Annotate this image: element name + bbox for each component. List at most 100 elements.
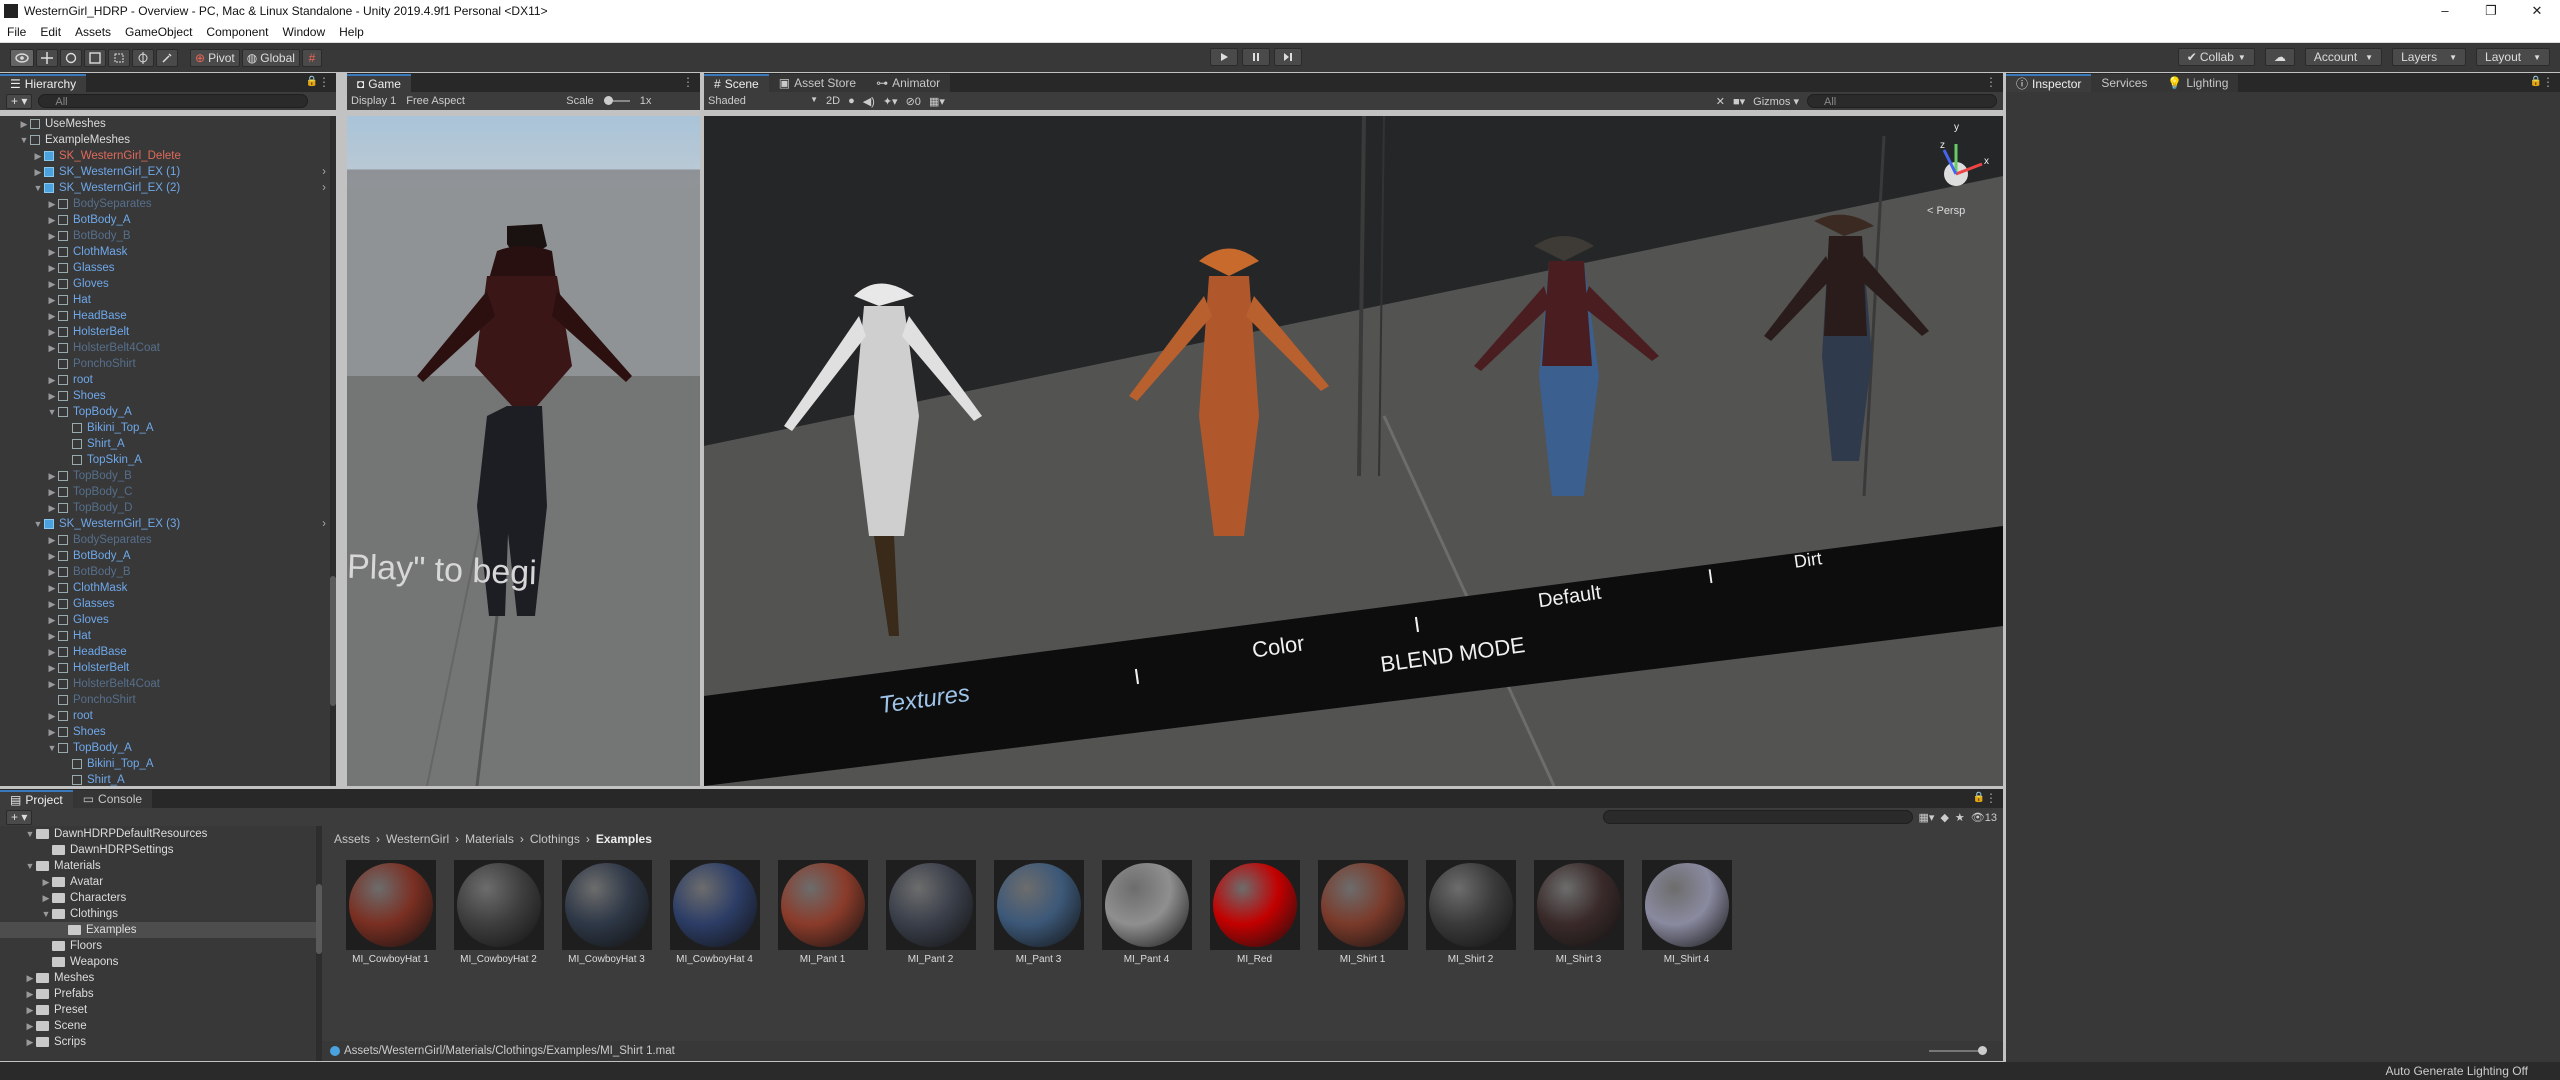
hierarchy-row[interactable]: ▶ BotBody_A [0,548,336,564]
hierarchy-row[interactable]: ▶ TopBody_C [0,484,336,500]
hierarchy-row[interactable]: PonchoShirt [0,692,336,708]
create-button[interactable]: + ▾ [6,809,33,825]
expand-open-icon[interactable]: ▼ [32,180,44,196]
move-tool-button[interactable] [36,48,58,67]
expand-closed-icon[interactable]: ▶ [46,484,58,500]
expand-closed-icon[interactable]: ▶ [46,708,58,724]
hierarchy-row[interactable]: ▶ Shoes [0,388,336,404]
create-button[interactable]: + ▾ [6,93,33,109]
expand-closed-icon[interactable]: ▶ [46,260,58,276]
project-search-input[interactable] [1602,810,1913,824]
step-button[interactable] [1274,48,1302,66]
menu-edit[interactable]: Edit [33,25,68,39]
folder-tree-item[interactable]: Examples [0,922,320,938]
hierarchy-row[interactable]: ▶ SK_WesternGirl_EX (1) › [0,164,336,180]
hierarchy-row[interactable]: ▼ TopBody_A [0,740,336,756]
asset-tile[interactable]: MI_Pant 1 [776,860,869,965]
folder-tree-item[interactable]: ▶ Scene [0,1018,320,1034]
expand-closed-icon[interactable]: ▶ [24,1018,36,1034]
hierarchy-row[interactable]: ▶ HeadBase [0,644,336,660]
menu-component[interactable]: Component [199,25,275,39]
grid-snap-button[interactable]: # [301,48,322,67]
hierarchy-row[interactable]: Bikini_Top_A [0,756,336,772]
folder-tree-item[interactable]: ▶ Meshes [0,970,320,986]
hierarchy-row[interactable]: TopSkin_A [0,452,336,468]
expand-open-icon[interactable]: ▼ [24,826,36,842]
folder-tree-item[interactable]: ▶ Preset [0,1002,320,1018]
hierarchy-row[interactable]: ▶ Gloves [0,612,336,628]
tab-animator[interactable]: ⊶ Animator [866,74,951,92]
menu-gameobject[interactable]: GameObject [118,25,199,39]
breadcrumb-current[interactable]: Examples [596,832,652,846]
folder-tree-item[interactable]: ▶ Scrips [0,1034,320,1050]
tab-services[interactable]: Services [2091,74,2158,92]
tab-lighting[interactable]: 💡 Lighting [2157,74,2239,92]
expand-closed-icon[interactable]: ▶ [46,196,58,212]
expand-closed-icon[interactable]: ▶ [46,612,58,628]
asset-tile[interactable]: MI_Pant 3 [992,860,1085,965]
hierarchy-search-input[interactable]: All [38,94,309,108]
tab-project[interactable]: ▤ Project [0,790,73,808]
audio-toggle-icon[interactable]: ◀) [863,95,875,108]
hidden-objects-icon[interactable]: ⊘0 [906,95,921,108]
hierarchy-row[interactable]: ▶ Glasses [0,596,336,612]
hierarchy-row[interactable]: ▼ TopBody_A [0,404,336,420]
camera-icon[interactable]: ■▾ [1733,95,1745,108]
open-prefab-icon[interactable]: › [322,516,326,532]
folder-tree-item[interactable]: ▼ Materials [0,858,320,874]
asset-tile[interactable]: MI_CowboyHat 2 [452,860,545,965]
tab-inspector[interactable]: ⓘ Inspector [2006,74,2092,92]
scale-tool-button[interactable] [84,48,106,67]
grid-toggle-icon[interactable]: ▦▾ [929,95,945,108]
expand-closed-icon[interactable]: ▶ [46,372,58,388]
effects-toggle-icon[interactable]: ✦▾ [883,95,898,108]
hierarchy-row[interactable]: ▶ Glasses [0,260,336,276]
expand-closed-icon[interactable]: ▶ [40,890,52,906]
folder-tree-item[interactable]: DawnHDRPSettings [0,842,320,858]
expand-closed-icon[interactable]: ▶ [24,986,36,1002]
asset-tile[interactable]: MI_Red [1208,860,1301,965]
folder-tree-item[interactable]: ▼ DawnHDRPDefaultResources [0,826,320,842]
asset-tile[interactable]: MI_Shirt 2 [1424,860,1517,965]
minimize-icon[interactable]: – [2422,0,2468,22]
scale-slider[interactable] [603,96,630,105]
collab-button[interactable]: ✔ Collab ▼ [2177,48,2255,66]
expand-closed-icon[interactable]: ▶ [46,660,58,676]
lighting-status[interactable]: Auto Generate Lighting Off [2385,1064,2528,1078]
hierarchy-row[interactable]: ▶ TopBody_B [0,468,336,484]
tab-game[interactable]: ◘ Game [347,74,411,92]
kebab-menu-icon[interactable]: ⋮ [318,75,330,89]
asset-tile[interactable]: MI_Pant 2 [884,860,977,965]
expand-closed-icon[interactable]: ▶ [46,500,58,516]
persp-label[interactable]: < Persp [1927,205,1965,217]
hierarchy-row[interactable]: ▶ root [0,372,336,388]
breadcrumb-item[interactable]: Clothings [530,832,580,846]
cloud-button[interactable]: ☁ [2264,48,2295,66]
expand-closed-icon[interactable]: ▶ [46,212,58,228]
tag-icon[interactable]: ◆ [1940,811,1948,824]
folder-tree-item[interactable]: ▶ Prefabs [0,986,320,1002]
expand-closed-icon[interactable]: ▶ [24,1034,36,1050]
hierarchy-row[interactable]: ▶ HeadBase [0,308,336,324]
hierarchy-row[interactable]: ▶ BodySeparates [0,532,336,548]
hidden-count[interactable]: 👁13 [1971,811,1997,824]
expand-open-icon[interactable]: ▼ [46,404,58,420]
light-toggle-icon[interactable]: ● [848,95,855,107]
layers-dropdown[interactable]: Layers ▼ [2392,48,2467,66]
hierarchy-row[interactable]: Shirt_A [0,436,336,452]
hierarchy-row[interactable]: Shirt_A [0,772,336,786]
hierarchy-row[interactable]: PonchoShirt [0,356,336,372]
tab-asset-store[interactable]: ▣ Asset Store [768,74,867,92]
pause-button[interactable] [1242,48,1270,66]
2d-toggle[interactable]: 2D [826,95,840,107]
hierarchy-row[interactable]: ▶ ClothMask [0,244,336,260]
lock-icon[interactable]: 🔒 [1973,792,1985,803]
kebab-menu-icon[interactable]: ⋮ [2542,75,2554,89]
expand-closed-icon[interactable]: ▶ [46,676,58,692]
hierarchy-row[interactable]: ▼ SK_WesternGirl_EX (3) › [0,516,336,532]
hierarchy-row[interactable]: ▶ HolsterBelt4Coat [0,340,336,356]
expand-closed-icon[interactable]: ▶ [46,644,58,660]
hierarchy-row[interactable]: ▶ Shoes [0,724,336,740]
expand-closed-icon[interactable]: ▶ [46,388,58,404]
lock-icon[interactable]: 🔒 [2530,76,2542,87]
